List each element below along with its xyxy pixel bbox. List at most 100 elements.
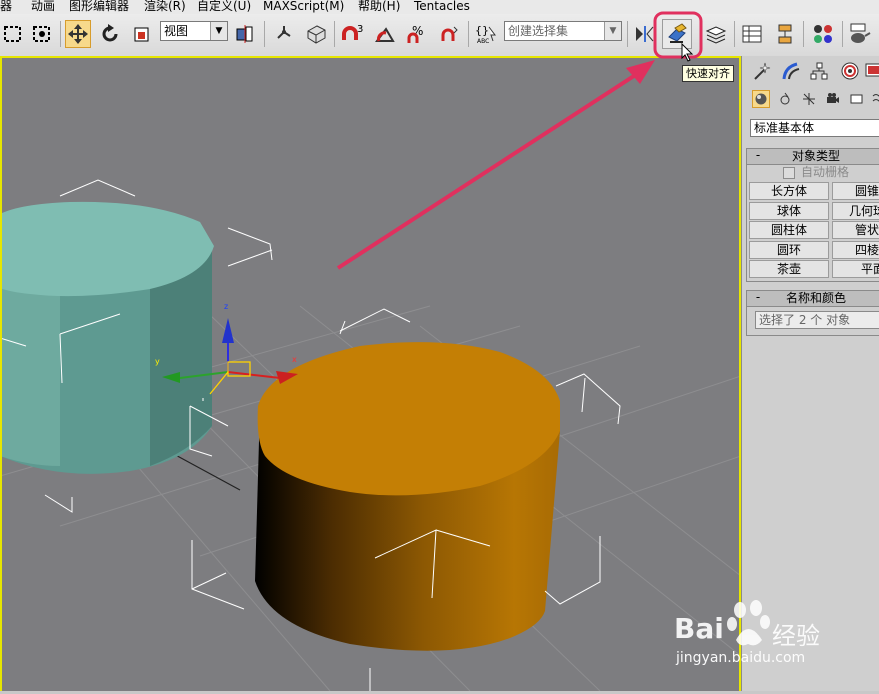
space-warp-icon [872,94,879,102]
chevron-down-icon: ▼ [604,22,621,40]
menu-item-graph-editors[interactable]: 图形编辑器 [69,0,129,13]
create-tab[interactable] [750,60,772,82]
create-wand-icon [754,62,771,80]
percent-snap-button[interactable]: % [404,20,430,48]
window-crossing-button[interactable] [29,20,55,48]
rotate-icon [102,24,118,42]
reference-coord-dropdown[interactable]: 视图 ▼ [160,21,228,41]
material-editor-button[interactable] [810,20,836,48]
command-panel-tabs [750,58,879,84]
magnet-3-icon: 3 [342,24,363,40]
tooltip: 快速对齐 [682,65,734,82]
teapot-button[interactable]: 茶壶 [749,260,829,278]
curve-editor-button[interactable] [739,20,765,48]
menu-item-customize[interactable]: 自定义(U) [197,0,251,13]
angle-snap-button[interactable] [372,20,398,48]
edit-named-selection-button[interactable]: {} ABC [474,20,500,48]
chevron-down-icon: ▼ [210,22,227,40]
highlight-ring [653,11,703,59]
modify-curve-icon [782,62,800,80]
select-and-scale-button[interactable] [129,20,155,48]
keyboard-shortcut-button[interactable] [303,20,329,48]
spinner-snap-button[interactable] [436,20,462,48]
autogrid-checkbox[interactable] [783,167,795,179]
pivot-center-icon [236,25,253,43]
helpers-subtab[interactable] [848,90,866,108]
hierarchy-icon [810,62,828,80]
menu-item-tentacles[interactable]: Tentacles [414,0,470,13]
shapes-subtab[interactable] [776,90,794,108]
category-dropdown[interactable]: 标准基本体 [750,119,879,137]
modify-tab[interactable] [780,60,802,82]
cone-button[interactable]: 圆锥体 [832,182,879,200]
name-and-color-rollout: - 名称和颜色 选择了 2 个 对象 [746,290,879,336]
helper-icon [850,94,863,104]
geosphere-button[interactable]: 几何球体 [832,202,879,220]
region-select-icon [4,26,21,42]
camera-icon [827,93,839,103]
menu-item-maxscript[interactable]: MAXScript(M) [263,0,344,13]
plane-button[interactable]: 平面 [832,260,879,278]
material-spheres-icon [814,25,832,43]
display-tab[interactable] [863,60,879,82]
box-button[interactable]: 长方体 [749,182,829,200]
svg-text:3: 3 [357,24,363,35]
autogrid-label: 自动栅格 [801,165,850,179]
watermark-brand-left: Bai [674,612,724,645]
schematic-icon [778,24,792,44]
menu-item-rendering[interactable]: 渲染(R) [144,0,186,13]
menu-item-animation[interactable]: 动画 [31,0,55,13]
shapes-icon [780,92,790,105]
geometry-subtab[interactable] [752,90,770,108]
teapot-icon [850,23,871,43]
name-and-color-title: 名称和颜色 [785,291,846,305]
lights-subtab[interactable] [800,90,818,108]
layers-icon [705,26,727,44]
sphere-button[interactable]: 球体 [749,202,829,220]
manipulate-button[interactable] [271,20,297,48]
keyboard-icon [307,25,326,44]
cameras-subtab[interactable] [824,90,842,108]
named-selection-icon: {}ABC [475,24,496,45]
manipulate-icon [277,26,291,39]
object-type-rollout: - 对象类型 自动栅格 长方体 圆锥体 球体 几何球体 圆柱体 管状体 圆环 四… [746,148,879,282]
active-viewport-border [0,56,741,691]
hierarchy-tab[interactable] [808,60,830,82]
menu-item-help[interactable]: 帮助(H) [358,0,400,13]
create-subtabs [752,90,879,110]
tube-button[interactable]: 管状体 [832,221,879,239]
render-setup-button[interactable] [847,20,873,48]
pyramid-button[interactable]: 四棱锥 [832,241,879,259]
object-type-header[interactable]: - 对象类型 [747,149,879,165]
percent-snap-icon: % [407,24,423,43]
spinner-snap-icon [441,26,458,41]
object-name-field[interactable]: 选择了 2 个 对象 [755,311,879,329]
object-type-title: 对象类型 [791,149,840,163]
svg-text:{}: {} [475,24,489,37]
curve-editor-icon [742,25,762,43]
space-warps-subtab[interactable] [870,90,879,108]
layer-manager-button[interactable] [703,20,729,48]
motion-tab[interactable] [839,60,861,82]
named-selection-dropdown[interactable]: 创建选择集 ▼ [504,21,622,41]
watermark-brand-right: 经验 [772,622,820,650]
main-toolbar: 视图 ▼ 3 % {} ABC 创建选择集 ▼ [0,14,879,56]
angle-snap-icon [375,27,395,42]
menu-item-partial[interactable]: 器 [0,0,12,13]
named-selection-placeholder: 创建选择集 [508,24,569,38]
watermark-url: jingyan.baidu.com [676,650,806,666]
pivot-center-button[interactable] [232,20,258,48]
select-region-button[interactable] [0,20,26,48]
window-crossing-icon [33,26,50,42]
select-and-move-button[interactable] [65,20,91,48]
name-and-color-header[interactable]: - 名称和颜色 [747,291,879,307]
select-and-rotate-button[interactable] [97,20,123,48]
display-monitor-icon [865,63,879,77]
sphere-icon [755,93,767,105]
svg-text:ABC: ABC [477,38,489,45]
torus-button[interactable]: 圆环 [749,241,829,259]
cylinder-button[interactable]: 圆柱体 [749,221,829,239]
snaps-toggle-button[interactable]: 3 [340,20,366,48]
schematic-view-button[interactable] [772,20,798,48]
collapse-icon: - [755,290,761,304]
